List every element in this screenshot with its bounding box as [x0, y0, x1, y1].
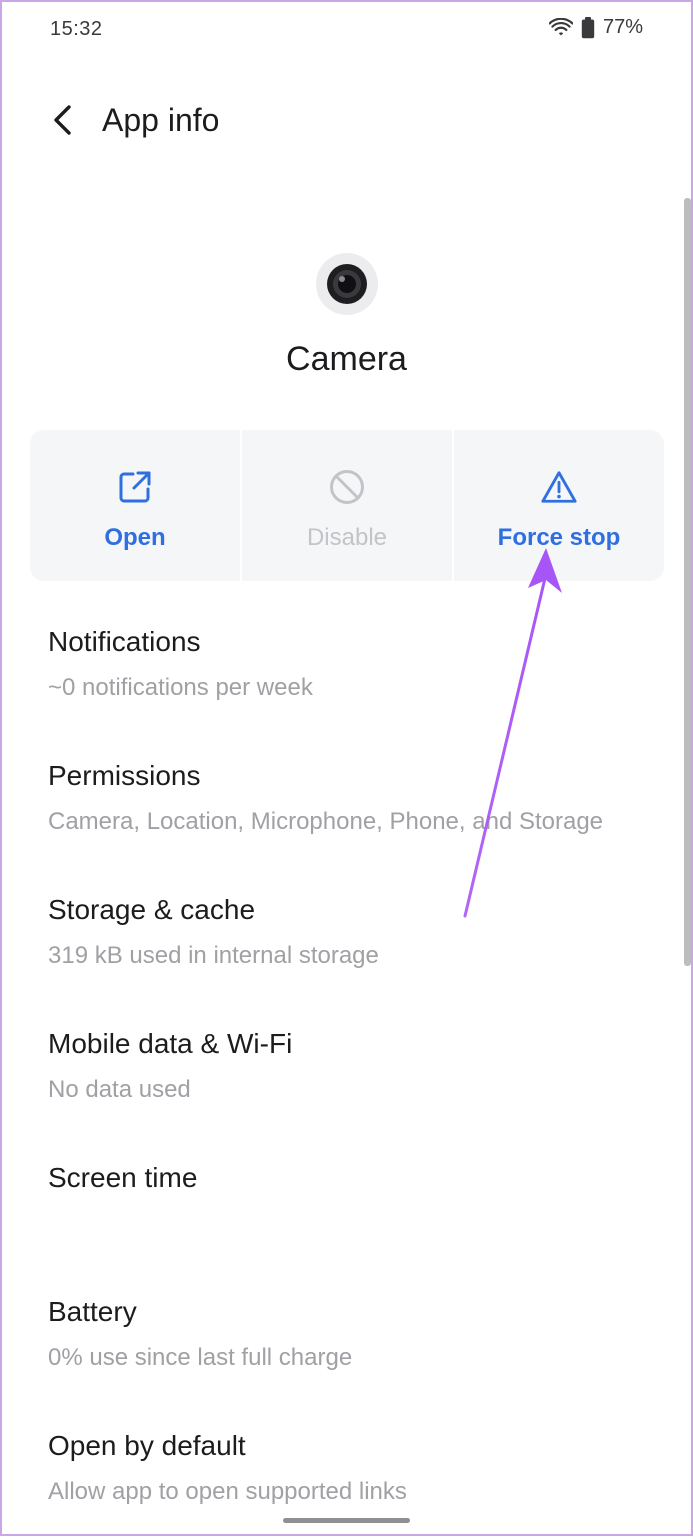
list-item-title: Mobile data & Wi-Fi — [48, 1028, 293, 1059]
app-actions: Open Disable Force stop — [30, 430, 664, 581]
disable-button[interactable]: Disable — [240, 430, 452, 581]
force-stop-button[interactable]: Force stop — [452, 430, 664, 581]
page-title: App info — [102, 102, 220, 138]
open-button[interactable]: Open — [30, 430, 240, 581]
list-item-subtitle: 319 kB used in internal storage — [48, 942, 379, 969]
list-item-permissions[interactable]: Permissions Camera, Location, Microphone… — [0, 734, 693, 868]
battery-percent: 77% — [602, 16, 643, 38]
status-icons: 77% — [548, 16, 643, 39]
list-item-subtitle: ~0 notifications per week — [48, 674, 313, 701]
list-item-storage-cache[interactable]: Storage & cache 319 kB used in internal … — [0, 868, 693, 1002]
disable-icon — [328, 468, 366, 506]
list-item-title: Battery — [48, 1296, 137, 1327]
status-time: 15:32 — [50, 18, 103, 40]
chevron-left-icon — [51, 104, 73, 141]
app-name: Camera — [286, 340, 407, 378]
list-item-subtitle: Camera, Location, Microphone, Phone, and… — [48, 808, 604, 835]
disable-button-label: Disable — [306, 524, 388, 551]
warning-triangle-icon — [540, 468, 578, 506]
open-external-icon — [116, 468, 154, 506]
status-bar: 15:32 77% — [0, 0, 693, 60]
list-item-title: Storage & cache — [48, 894, 256, 925]
wifi-icon — [548, 17, 573, 38]
list-item-notifications[interactable]: Notifications ~0 notifications per week — [0, 600, 693, 734]
battery-icon — [581, 16, 595, 39]
settings-list: Notifications ~0 notifications per week … — [0, 600, 693, 1538]
list-item-screen-time[interactable]: Screen time — [0, 1136, 693, 1270]
camera-lens-icon — [315, 252, 379, 316]
list-item-subtitle: No data used — [48, 1076, 191, 1103]
list-item-title: Notifications — [48, 626, 201, 657]
list-item-subtitle: Allow app to open supported links — [48, 1478, 407, 1505]
back-button[interactable] — [40, 100, 84, 144]
home-indicator[interactable] — [283, 1518, 410, 1523]
open-button-label: Open — [104, 524, 166, 551]
app-bar: App info — [0, 90, 693, 154]
list-item-subtitle: 0% use since last full charge — [48, 1344, 353, 1371]
list-item-battery[interactable]: Battery 0% use since last full charge — [0, 1270, 693, 1404]
list-item-mobile-data-wifi[interactable]: Mobile data & Wi-Fi No data used — [0, 1002, 693, 1136]
list-item-title: Screen time — [48, 1162, 198, 1193]
force-stop-button-label: Force stop — [497, 524, 621, 551]
list-item-title: Permissions — [48, 760, 201, 791]
list-item-title: Open by default — [48, 1430, 246, 1461]
